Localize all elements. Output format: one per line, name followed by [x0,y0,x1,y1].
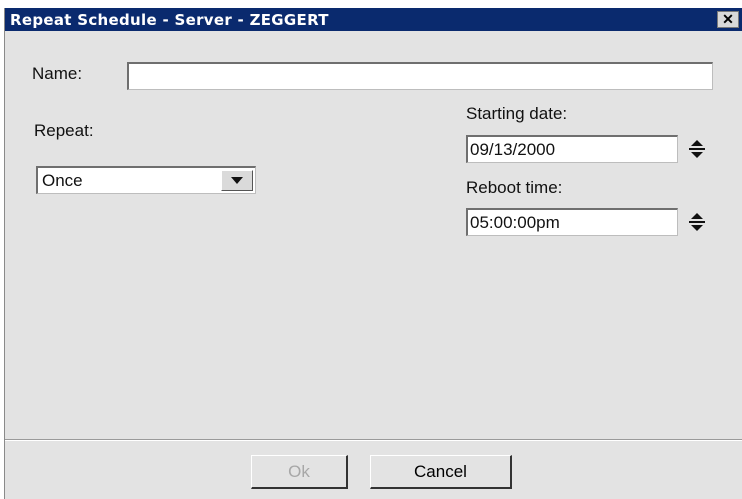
ok-button[interactable]: Ok [251,455,348,489]
close-icon: ✕ [722,11,734,27]
repeat-label: Repeat: [34,121,94,140]
starting-date-value: 09/13/2000 [470,140,556,159]
starting-date-label: Starting date: [466,104,568,123]
starting-date-spinner[interactable] [682,136,712,162]
reboot-time-value: 05:00:00pm [470,213,560,232]
repeat-schedule-dialog: Repeat Schedule - Server - ZEGGERT ✕ Nam… [4,8,742,499]
name-field[interactable] [127,62,713,90]
spinner-arrows-icon [689,140,705,158]
reboot-time-spinner[interactable] [682,209,712,235]
background-strip [0,0,742,8]
starting-date-field[interactable]: 09/13/2000 [466,135,678,163]
repeat-dropdown[interactable]: Once [36,166,256,194]
cancel-button[interactable]: Cancel [370,455,512,489]
reboot-time-label: Reboot time: [466,178,563,197]
reboot-time-field[interactable]: 05:00:00pm [466,208,678,236]
close-button[interactable]: ✕ [717,11,739,28]
spinner-arrows-icon [689,213,705,231]
window-title: Repeat Schedule - Server - ZEGGERT [10,11,329,29]
repeat-dropdown-button[interactable] [221,170,253,191]
repeat-selected-value: Once [42,171,83,190]
button-divider [5,439,742,441]
name-label: Name: [32,64,83,83]
chevron-down-icon [231,177,243,184]
title-bar[interactable]: Repeat Schedule - Server - ZEGGERT ✕ [5,8,742,31]
